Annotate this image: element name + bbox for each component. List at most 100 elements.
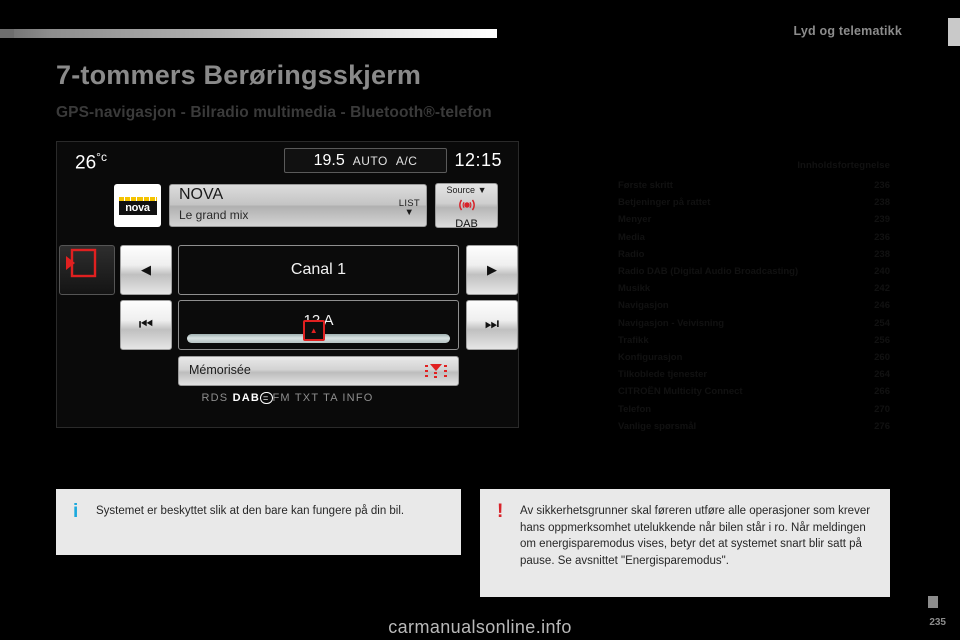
toc-row-label: Navigasjon - Veivisning: [618, 317, 725, 329]
toc-row-page: 236: [874, 180, 890, 191]
cabin-temperature: 26°c: [75, 150, 107, 174]
toc-row-page: 246: [874, 300, 890, 312]
tuning-slider[interactable]: ▲: [187, 320, 450, 343]
source-button[interactable]: Source ▼ DAB: [435, 183, 498, 230]
status-fm[interactable]: FM: [273, 392, 291, 404]
station-logo: nova: [114, 184, 161, 227]
logo-yellow-bar: [118, 196, 157, 201]
climate-auto-label: AUTO: [352, 153, 388, 168]
status-dab[interactable]: DAB: [233, 392, 260, 404]
toc-row-page: 254: [874, 317, 890, 329]
toc-row-label: Radio DAB (Digital Audio Broadcasting): [618, 266, 799, 278]
header-bar-cap: [0, 29, 14, 38]
toc-row[interactable]: Radio 238: [618, 246, 890, 263]
header-gradient-bar: [0, 29, 497, 38]
toc-row[interactable]: CITROËN Multicity Connect 266: [618, 383, 890, 400]
knob-arrow-icon: ▲: [309, 326, 318, 335]
toc-row-page: 242: [874, 283, 890, 295]
tuning-slider-knob[interactable]: ▲: [302, 320, 325, 341]
toc-row[interactable]: Musikk 242: [618, 280, 890, 297]
arrow-right-icon: ▶: [487, 262, 497, 277]
status-txt[interactable]: TXT: [295, 392, 319, 404]
toc-row[interactable]: Vanlige spørsmål 276: [618, 418, 890, 435]
toc-row-label: CITROËN Multicity Connect: [618, 386, 743, 398]
channel-display[interactable]: Canal 1: [178, 245, 459, 295]
previous-station-button[interactable]: ⏮: [120, 300, 172, 350]
toc-row[interactable]: Tilkoblede tjenester 264: [618, 366, 890, 383]
toc-row-label: Musikk: [618, 283, 651, 295]
exit-icon: [66, 248, 97, 278]
toc-row-page: 238: [874, 248, 890, 260]
next-station-button[interactable]: ⏭: [466, 300, 518, 350]
climate-ac-label: A/C: [395, 153, 418, 168]
toc-row-page: 266: [874, 386, 890, 398]
toc-row-page: 256: [874, 334, 890, 346]
list-button[interactable]: LIST ▼: [399, 199, 420, 218]
toc-row-label: Telefon: [618, 403, 652, 415]
signal-strength-icon: [425, 364, 447, 378]
toc-title: Innholdsfortegnelse: [797, 160, 890, 171]
next-track-icon: ⏭: [484, 316, 500, 333]
toc-row-label: Menyer: [618, 214, 652, 226]
warning-box: ! Av sikkerhetsgrunner skal føreren utfø…: [480, 489, 890, 597]
toc-row-label: Konfigurasjon: [618, 352, 683, 364]
station-subtitle: Le grand mix: [179, 208, 249, 222]
status-ta[interactable]: TA: [323, 392, 338, 404]
toc-row-page: 260: [874, 352, 890, 364]
toc-row-label: Vanlige spørsmål: [618, 420, 697, 432]
header-edge-tab: [948, 18, 960, 46]
source-label: Source ▼: [446, 185, 487, 195]
toc-row-label: Navigasjon: [618, 300, 669, 312]
page-title: 7-tommers Berøringsskjerm: [56, 60, 422, 90]
toc-row-page: 238: [874, 197, 890, 209]
info-box: i Systemet er beskyttet slik at den bare…: [56, 489, 461, 555]
status-info[interactable]: INFO: [342, 392, 373, 404]
toc-row[interactable]: Konfigurasjon 260: [618, 349, 890, 366]
page-subtitle: GPS-navigasjon - Bilradio multimedia - B…: [56, 104, 492, 121]
memory-label: Mémorisée: [189, 363, 251, 377]
next-preset-button[interactable]: ▶: [466, 245, 518, 295]
toc-row-page: 239: [874, 214, 890, 226]
climate-status: 19.5 AUTO A/C: [284, 148, 447, 173]
toc-row-page: 236: [874, 231, 890, 243]
toc-row-page: 264: [874, 369, 890, 381]
chevron-down-icon: ▼: [477, 185, 487, 195]
dab-antenna-icon: [458, 199, 475, 211]
toc-row[interactable]: Telefon 270: [618, 401, 890, 418]
climate-setpoint: 19.5: [313, 151, 345, 169]
toc-row[interactable]: Navigasjon - Veivisning 254: [618, 315, 890, 332]
toc-row-label: Første skritt: [618, 180, 673, 191]
status-rds[interactable]: RDS: [202, 392, 229, 404]
warning-text: Av sikkerhetsgrunner skal føreren utføre…: [520, 505, 871, 567]
warning-icon: !: [497, 501, 504, 522]
radio-status-bar: RDS DAB = FM TXT TA INFO: [201, 392, 374, 404]
toc-row-page: 240: [874, 266, 890, 278]
head-unit-screenshot: 26°c 19.5 AUTO A/C 12:15 nova NOVA Le gr…: [56, 141, 519, 428]
logo-text: nova: [118, 200, 157, 215]
toc-row-page: 276: [874, 420, 890, 432]
toc-row-label: Betjeninger på rattet: [618, 197, 711, 209]
chevron-down-icon: ▼: [404, 207, 415, 218]
toc-row[interactable]: Trafikk 256: [618, 332, 890, 349]
previous-preset-button[interactable]: ◀: [120, 245, 172, 295]
toc-row-label: Trafikk: [618, 334, 649, 346]
toc-row-page: 270: [874, 403, 890, 415]
toc-row[interactable]: Første skritt 236: [618, 177, 890, 194]
exit-button[interactable]: [59, 245, 115, 295]
station-name: NOVA: [179, 186, 224, 203]
toc-row[interactable]: Betjeninger på rattet 238: [618, 194, 890, 211]
clock: 12:15: [454, 150, 502, 170]
toc-row-label: Tilkoblede tjenester: [618, 369, 708, 381]
toc-row[interactable]: Media 236: [618, 229, 890, 246]
toc-row[interactable]: Menyer 239: [618, 211, 890, 228]
header-section-label: Lyd og telematikk: [793, 24, 902, 38]
info-icon: i: [73, 501, 79, 522]
toc-row[interactable]: Navigasjon 246: [618, 297, 890, 314]
now-playing-panel[interactable]: NOVA Le grand mix LIST ▼: [169, 184, 427, 227]
frequency-display[interactable]: 12 A ▲: [178, 300, 459, 350]
toc-row-label: Media: [618, 231, 645, 243]
toc-row[interactable]: Radio DAB (Digital Audio Broadcasting) 24…: [618, 263, 890, 280]
memory-bar[interactable]: Mémorisée: [178, 356, 459, 386]
prev-track-icon: ⏮: [138, 316, 154, 333]
source-name: DAB: [455, 218, 478, 230]
